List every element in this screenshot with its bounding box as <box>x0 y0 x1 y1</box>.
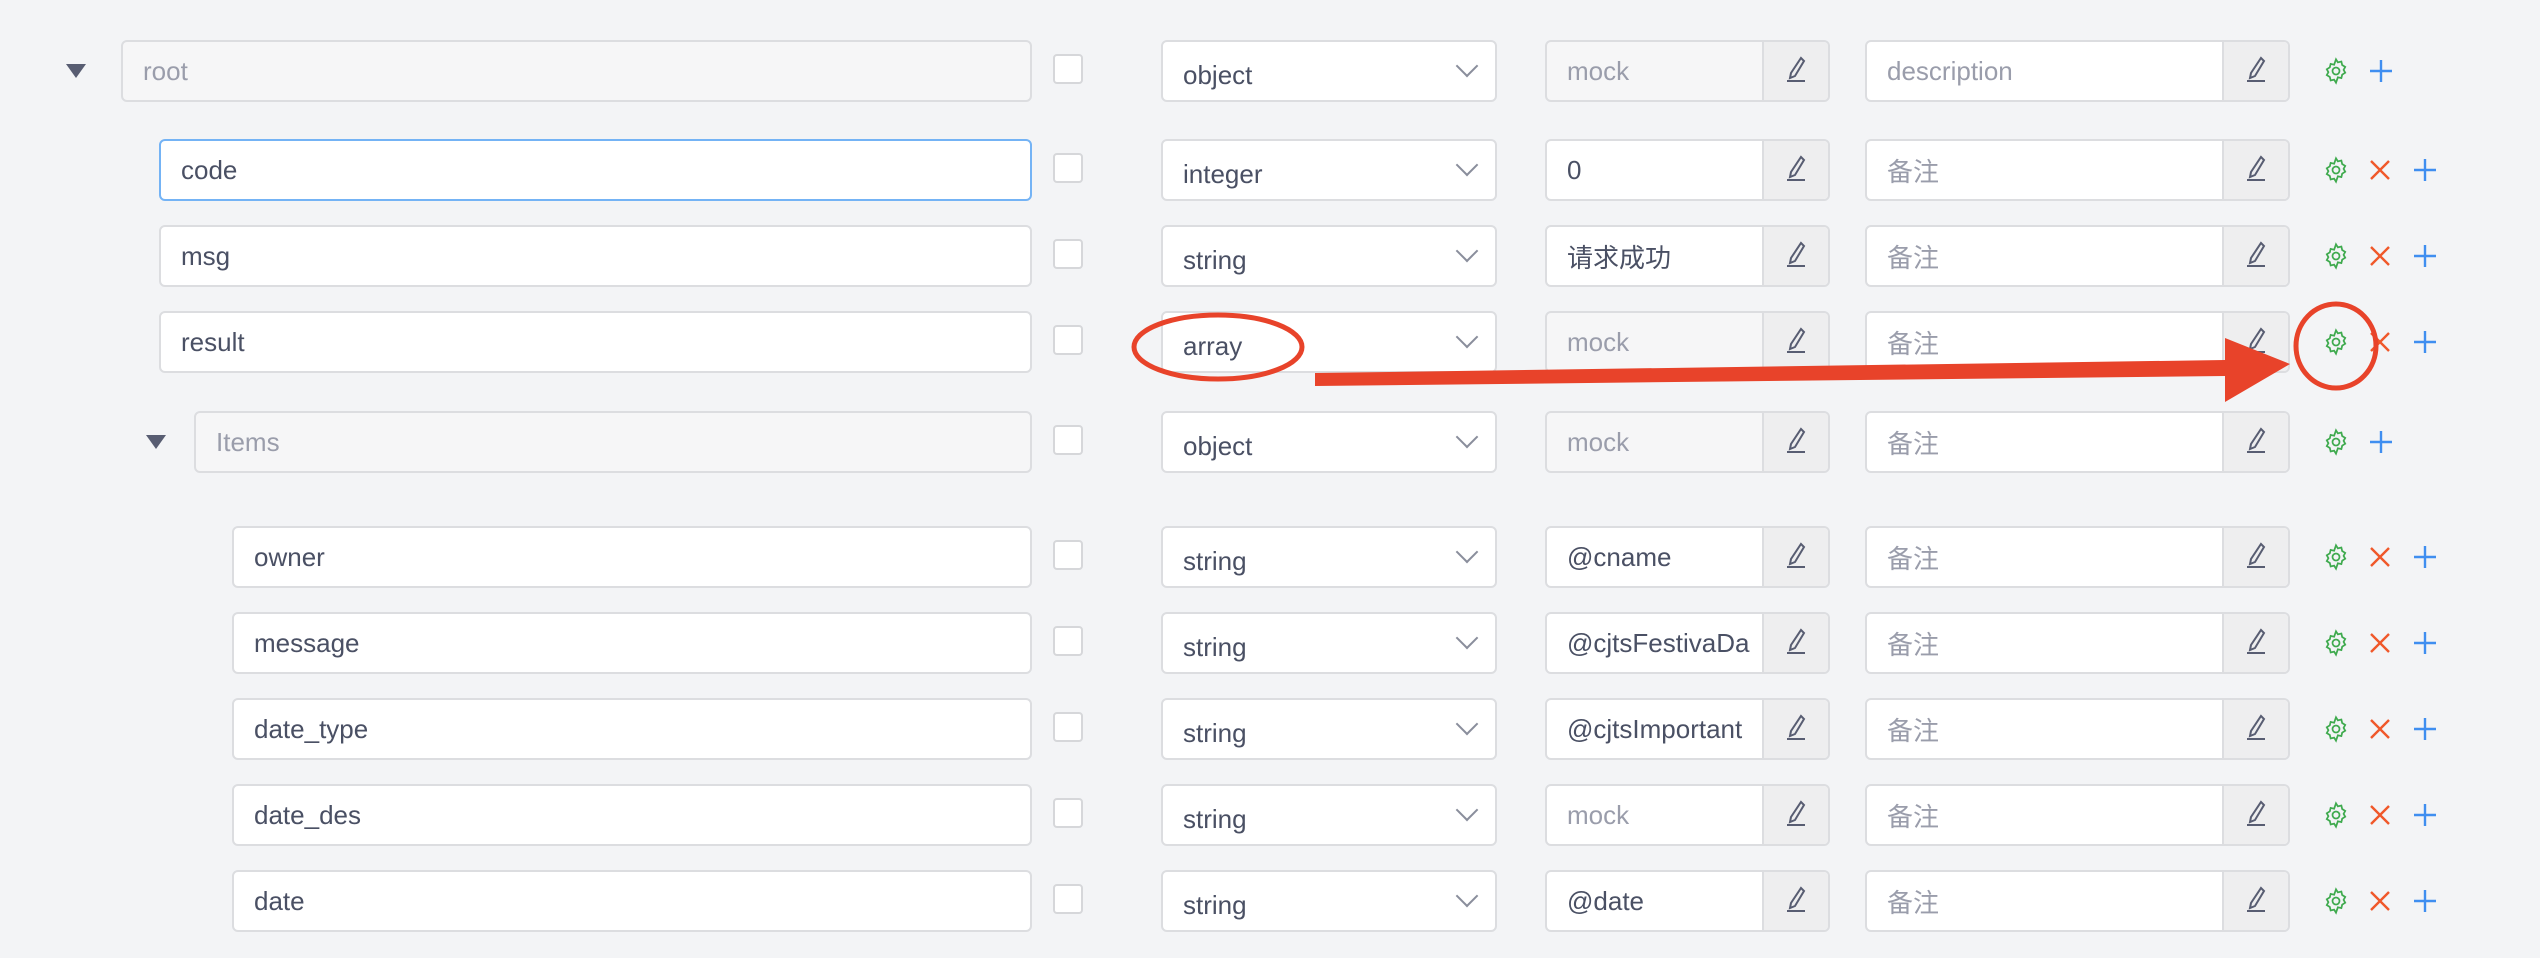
annotation-overlay <box>1131 301 2379 402</box>
annotation-ellipse-type <box>1131 312 1305 382</box>
annotation-circle-gear <box>2293 301 2379 391</box>
annotation-arrow <box>1315 338 2290 402</box>
